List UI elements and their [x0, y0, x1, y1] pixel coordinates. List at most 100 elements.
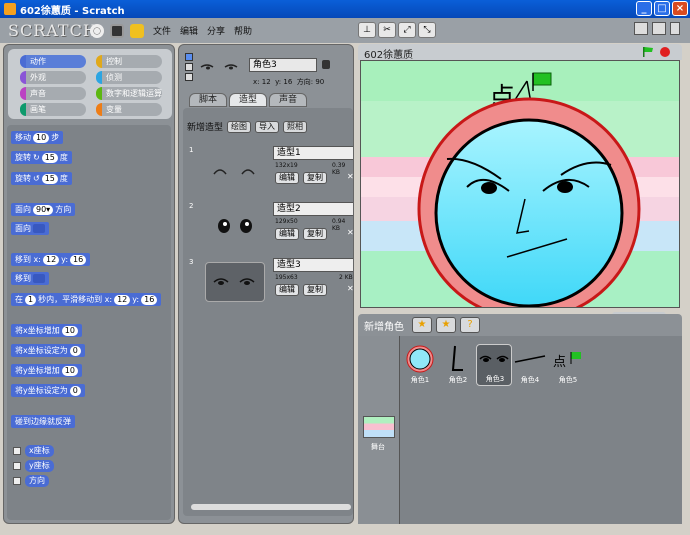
rotate-all-icon[interactable] [185, 53, 193, 61]
turn-right-block[interactable]: 旋转 ↻ 15 度 [11, 151, 72, 164]
sprite-item[interactable]: 角色1 [402, 344, 438, 386]
grow-icon[interactable]: ⤢ [398, 22, 416, 38]
category-pen[interactable]: 画笔 [20, 103, 86, 116]
stage-canvas[interactable]: 点 [360, 60, 680, 308]
camera-button[interactable]: 照相 [283, 120, 308, 133]
degrees-input[interactable]: 15 [41, 173, 58, 184]
menu-edit[interactable]: 编辑 [180, 24, 198, 37]
globe-icon[interactable] [90, 23, 104, 38]
target-dropdown[interactable] [33, 274, 45, 283]
costume-name-field[interactable]: 造型3 [273, 258, 353, 272]
degrees-input[interactable]: 15 [41, 152, 58, 163]
edit-costume-button[interactable]: 编辑 [275, 172, 299, 184]
presentation-icon[interactable] [670, 22, 680, 35]
left-right-icon[interactable] [185, 63, 193, 71]
sprite-item-selected[interactable]: 角色3 [476, 344, 512, 386]
x-position-reporter[interactable]: x座标 [25, 445, 54, 457]
costume-thumbnail[interactable] [205, 206, 265, 246]
value-input[interactable]: 10 [61, 365, 78, 376]
y-input[interactable]: 16 [70, 254, 87, 265]
point-towards-block[interactable]: 面向 [11, 222, 49, 235]
minimize-button[interactable]: _ [636, 1, 652, 16]
normal-stage-icon[interactable] [652, 22, 666, 35]
y-input[interactable]: 16 [141, 294, 158, 305]
stop-icon[interactable] [660, 47, 670, 57]
small-stage-icon[interactable] [634, 22, 648, 35]
import-button[interactable]: 导入 [255, 120, 280, 133]
edit-costume-button[interactable]: 编辑 [275, 284, 299, 296]
menu-file[interactable]: 文件 [153, 24, 171, 37]
costume-name-field[interactable]: 造型2 [273, 202, 353, 216]
direction-dropdown[interactable]: 90▾ [33, 204, 54, 215]
set-x-block[interactable]: 将x坐标设定为 0 [11, 344, 85, 357]
lock-icon[interactable] [322, 60, 330, 69]
save-icon[interactable] [110, 23, 124, 38]
delete-costume-icon[interactable]: ✕ [347, 172, 353, 181]
block-label: 将x坐标设定为 [15, 346, 68, 355]
edit-costume-button[interactable]: 编辑 [275, 228, 299, 240]
category-control[interactable]: 控制 [96, 55, 162, 68]
share-icon[interactable] [130, 23, 144, 38]
target-dropdown[interactable] [33, 224, 45, 233]
menu-share[interactable]: 分享 [207, 24, 225, 37]
no-rotate-icon[interactable] [185, 73, 193, 81]
sprite-item[interactable]: 角色2 [440, 344, 476, 386]
x-input[interactable]: 12 [42, 254, 60, 265]
change-y-block[interactable]: 将y坐标增加 10 [11, 364, 82, 377]
category-sound[interactable]: 声音 [20, 87, 86, 100]
costume-thumbnail[interactable] [205, 150, 265, 190]
value-input[interactable]: 10 [61, 325, 78, 336]
menu-help[interactable]: 帮助 [234, 24, 252, 37]
sprite-item[interactable]: 点 角色5 [550, 344, 586, 386]
point-direction-block[interactable]: 面向 90▾ 方向 [11, 203, 76, 216]
close-button[interactable]: × [672, 1, 688, 16]
sprite-name-field[interactable]: 角色3 [249, 58, 317, 72]
paint-new-sprite-icon[interactable]: ★ [412, 317, 432, 333]
copy-costume-button[interactable]: 复制 [303, 284, 327, 296]
steps-input[interactable]: 10 [33, 132, 50, 143]
category-sensing[interactable]: 侦测 [96, 71, 162, 84]
tab-costumes[interactable]: 造型 [229, 93, 267, 107]
paint-button[interactable]: 绘图 [227, 120, 252, 133]
category-variables[interactable]: 变量 [96, 103, 162, 116]
set-y-block[interactable]: 将y坐标设定为 0 [11, 384, 85, 397]
tab-sounds[interactable]: 声音 [269, 93, 307, 107]
copy-costume-button[interactable]: 复制 [303, 172, 327, 184]
value-input[interactable]: 0 [69, 345, 81, 356]
stamp-icon[interactable]: ⊥ [358, 22, 376, 38]
sprite-item[interactable]: 角色4 [512, 344, 548, 386]
x-input[interactable]: 12 [114, 294, 131, 305]
maximize-button[interactable]: □ [654, 1, 670, 16]
goto-block[interactable]: 移到 [11, 272, 49, 285]
choose-sprite-icon[interactable]: ★ [436, 317, 456, 333]
green-flag-icon[interactable] [642, 47, 654, 57]
glide-block[interactable]: 在 1 秒内，平滑移动到 x: 12 y: 16 [11, 293, 162, 306]
shrink-icon[interactable]: ⤡ [418, 22, 436, 38]
horizontal-scrollbar[interactable] [191, 504, 351, 510]
y-position-checkbox[interactable] [13, 462, 21, 470]
costume-thumbnail-selected[interactable] [205, 262, 265, 302]
delete-costume-icon[interactable]: ✕ [347, 284, 353, 293]
goto-xy-block[interactable]: 移到 x: 12 y: 16 [11, 253, 91, 266]
delete-costume-icon[interactable]: ✕ [347, 228, 353, 237]
bounce-block[interactable]: 碰到边缘就反弹 [11, 415, 75, 428]
change-x-block[interactable]: 将x坐标增加 10 [11, 324, 82, 337]
direction-reporter[interactable]: 方向 [25, 475, 49, 487]
category-motion[interactable]: 动作 [20, 55, 86, 68]
stage-thumbnail[interactable] [363, 416, 395, 438]
turn-left-block[interactable]: 旋转 ↺ 15 度 [11, 172, 72, 185]
costume-name-field[interactable]: 造型1 [273, 146, 353, 160]
x-position-checkbox[interactable] [13, 447, 21, 455]
direction-checkbox[interactable] [13, 477, 21, 485]
category-operators[interactable]: 数字和逻辑运算 [96, 87, 162, 100]
category-looks[interactable]: 外观 [20, 71, 86, 84]
value-input[interactable]: 0 [69, 385, 81, 396]
copy-costume-button[interactable]: 复制 [303, 228, 327, 240]
y-position-reporter[interactable]: y座标 [25, 460, 54, 472]
seconds-input[interactable]: 1 [25, 294, 37, 305]
surprise-sprite-icon[interactable]: ? [460, 317, 480, 333]
scissors-icon[interactable]: ✂ [378, 22, 396, 38]
category-color-swatch [20, 87, 26, 100]
move-steps-block[interactable]: 移动 10 步 [11, 131, 64, 144]
tab-scripts[interactable]: 脚本 [189, 93, 227, 107]
